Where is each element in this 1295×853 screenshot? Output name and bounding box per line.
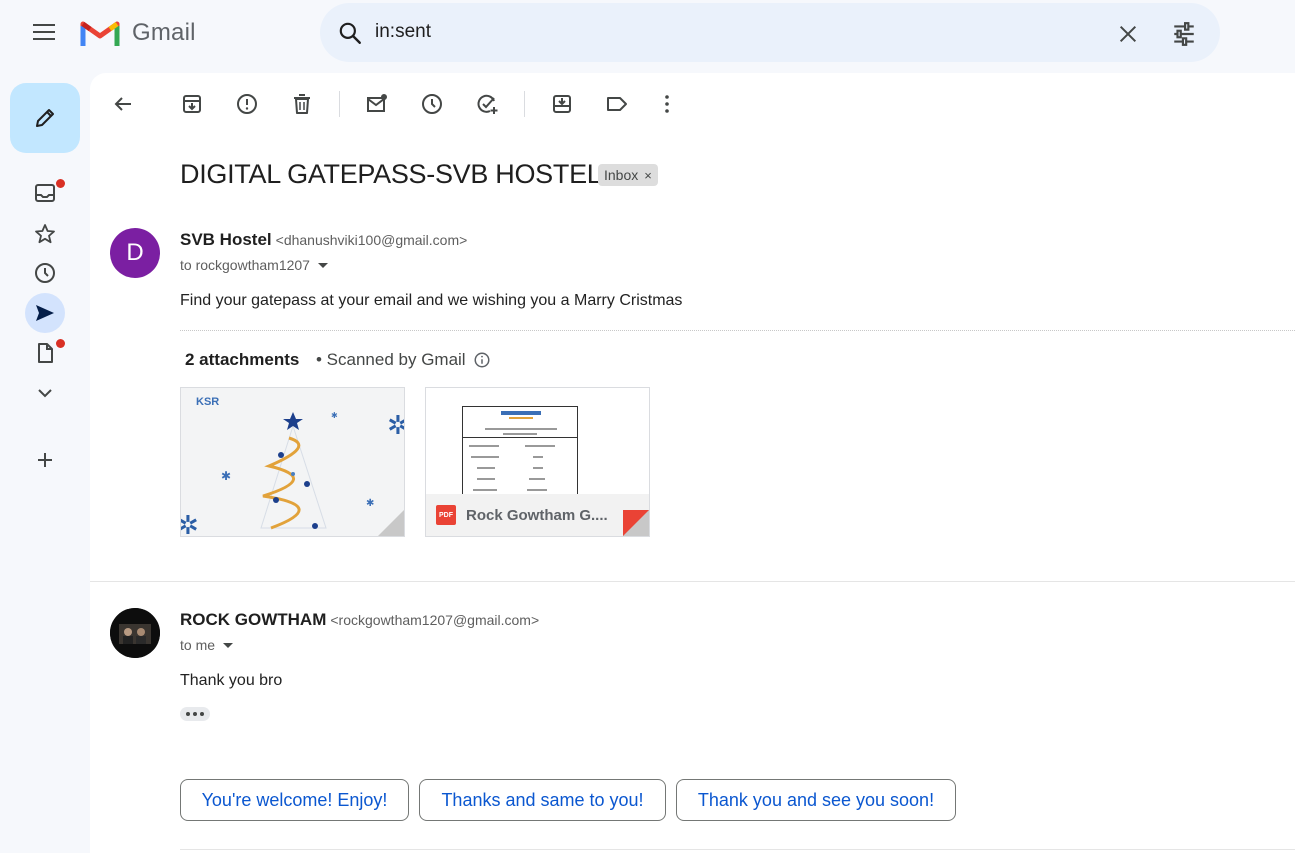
snooze-icon[interactable]: [420, 92, 444, 116]
svg-text:✱: ✱: [221, 469, 231, 483]
page-fold-corner: [623, 510, 649, 536]
attachment-image-thumbnail[interactable]: KSR ✱ ✱ ✱ ✲ ✲: [180, 387, 405, 537]
sender-line: ROCK GOWTHAM <rockgowtham1207@gmail.com>: [180, 610, 539, 630]
inbox-icon[interactable]: [33, 181, 57, 205]
info-icon[interactable]: [473, 351, 491, 369]
clear-search-icon[interactable]: [1117, 23, 1139, 45]
search-options-icon[interactable]: [1171, 21, 1197, 47]
main-menu-button[interactable]: [33, 24, 57, 42]
add-to-tasks-icon[interactable]: [475, 92, 499, 116]
scanned-text: • Scanned by Gmail: [316, 350, 466, 369]
sender-line: SVB Hostel <dhanushviki100@gmail.com>: [180, 230, 467, 250]
label-icon[interactable]: [605, 92, 629, 116]
svg-text:✲: ✲: [387, 410, 405, 440]
remove-label-button[interactable]: ×: [644, 168, 652, 183]
profile-photo: [110, 608, 160, 658]
recipient-line: to me: [180, 637, 234, 653]
thread-subject: DIGITAL GATEPASS-SVB HOSTEL: [180, 159, 602, 189]
search-input[interactable]: in:sent: [375, 21, 431, 43]
delete-icon[interactable]: [290, 92, 314, 116]
inbox-label-chip[interactable]: Inbox ×: [598, 164, 658, 186]
toolbar-divider: [339, 91, 340, 117]
message-divider: [90, 581, 1295, 582]
pencil-icon: [36, 109, 54, 127]
reply-area-divider: [180, 849, 1295, 850]
drafts-icon[interactable]: [33, 341, 57, 365]
show-details-caret[interactable]: [223, 642, 234, 648]
app-name: Gmail: [132, 19, 196, 46]
sender-avatar-photo[interactable]: [110, 608, 160, 658]
move-to-icon[interactable]: [550, 92, 574, 116]
chevron-down-icon[interactable]: [33, 381, 57, 405]
recipient-text: to me: [180, 637, 216, 653]
smart-reply-button[interactable]: Thank you and see you soon!: [676, 779, 956, 821]
pdf-icon: PDF: [436, 505, 456, 525]
smart-reply-button[interactable]: Thanks and same to you!: [419, 779, 666, 821]
mark-unread-icon[interactable]: [365, 92, 389, 116]
archive-icon[interactable]: [180, 92, 204, 116]
recipient-line: to rockgowtham1207: [180, 257, 328, 273]
drafts-notification-dot: [56, 339, 65, 348]
scanned-by-gmail: • Scanned by Gmail: [316, 350, 491, 370]
attachments-divider: [180, 330, 1295, 331]
more-options-icon[interactable]: [655, 92, 679, 116]
gmail-logo[interactable]: Gmail: [80, 18, 196, 48]
recipient-text: to rockgowtham1207: [180, 257, 310, 273]
starred-icon[interactable]: [33, 222, 57, 246]
gmail-m-icon: [80, 21, 120, 46]
svg-text:✲: ✲: [181, 510, 199, 537]
report-spam-icon[interactable]: [235, 92, 259, 116]
search-bar[interactable]: in:sent: [320, 3, 1220, 62]
compose-button[interactable]: [10, 83, 80, 153]
search-icon[interactable]: [337, 20, 363, 46]
pdf-attachment-footer: PDF Rock Gowtham G....: [426, 494, 649, 536]
sender-email: <dhanushviki100@gmail.com>: [275, 232, 468, 248]
toolbar-divider: [524, 91, 525, 117]
show-details-caret[interactable]: [317, 262, 328, 268]
smart-reply-button[interactable]: You're welcome! Enjoy!: [180, 779, 409, 821]
message-body: Thank you bro: [180, 672, 283, 689]
attachments-count: 2 attachments: [185, 350, 300, 369]
snoozed-icon[interactable]: [33, 261, 57, 285]
pdf-file-name: Rock Gowtham G....: [466, 506, 608, 524]
pdf-preview-page: [462, 406, 578, 496]
page-fold-corner: [378, 510, 404, 536]
sender-email: <rockgowtham1207@gmail.com>: [330, 612, 540, 628]
christmas-tree-image: KSR ✱ ✱ ✱ ✲ ✲: [181, 388, 405, 537]
sender-name[interactable]: ROCK GOWTHAM: [180, 610, 326, 629]
svg-text:KSR: KSR: [196, 396, 219, 408]
sender-avatar[interactable]: D: [110, 228, 160, 278]
back-arrow-icon[interactable]: [111, 92, 135, 116]
svg-text:✱: ✱: [331, 411, 338, 420]
message-body: Find your gatepass at your email and we …: [180, 292, 683, 309]
message-view: DIGITAL GATEPASS-SVB HOSTEL Inbox × D SV…: [90, 73, 1295, 853]
svg-text:✱: ✱: [366, 498, 374, 509]
sent-icon[interactable]: [33, 301, 57, 325]
show-trimmed-content-button[interactable]: [180, 707, 210, 721]
create-label-icon[interactable]: [33, 448, 57, 472]
inbox-notification-dot: [56, 179, 65, 188]
sender-name[interactable]: SVB Hostel: [180, 230, 272, 249]
label-chip-text: Inbox: [604, 167, 639, 183]
attachment-pdf-thumbnail[interactable]: PDF Rock Gowtham G....: [425, 387, 650, 537]
